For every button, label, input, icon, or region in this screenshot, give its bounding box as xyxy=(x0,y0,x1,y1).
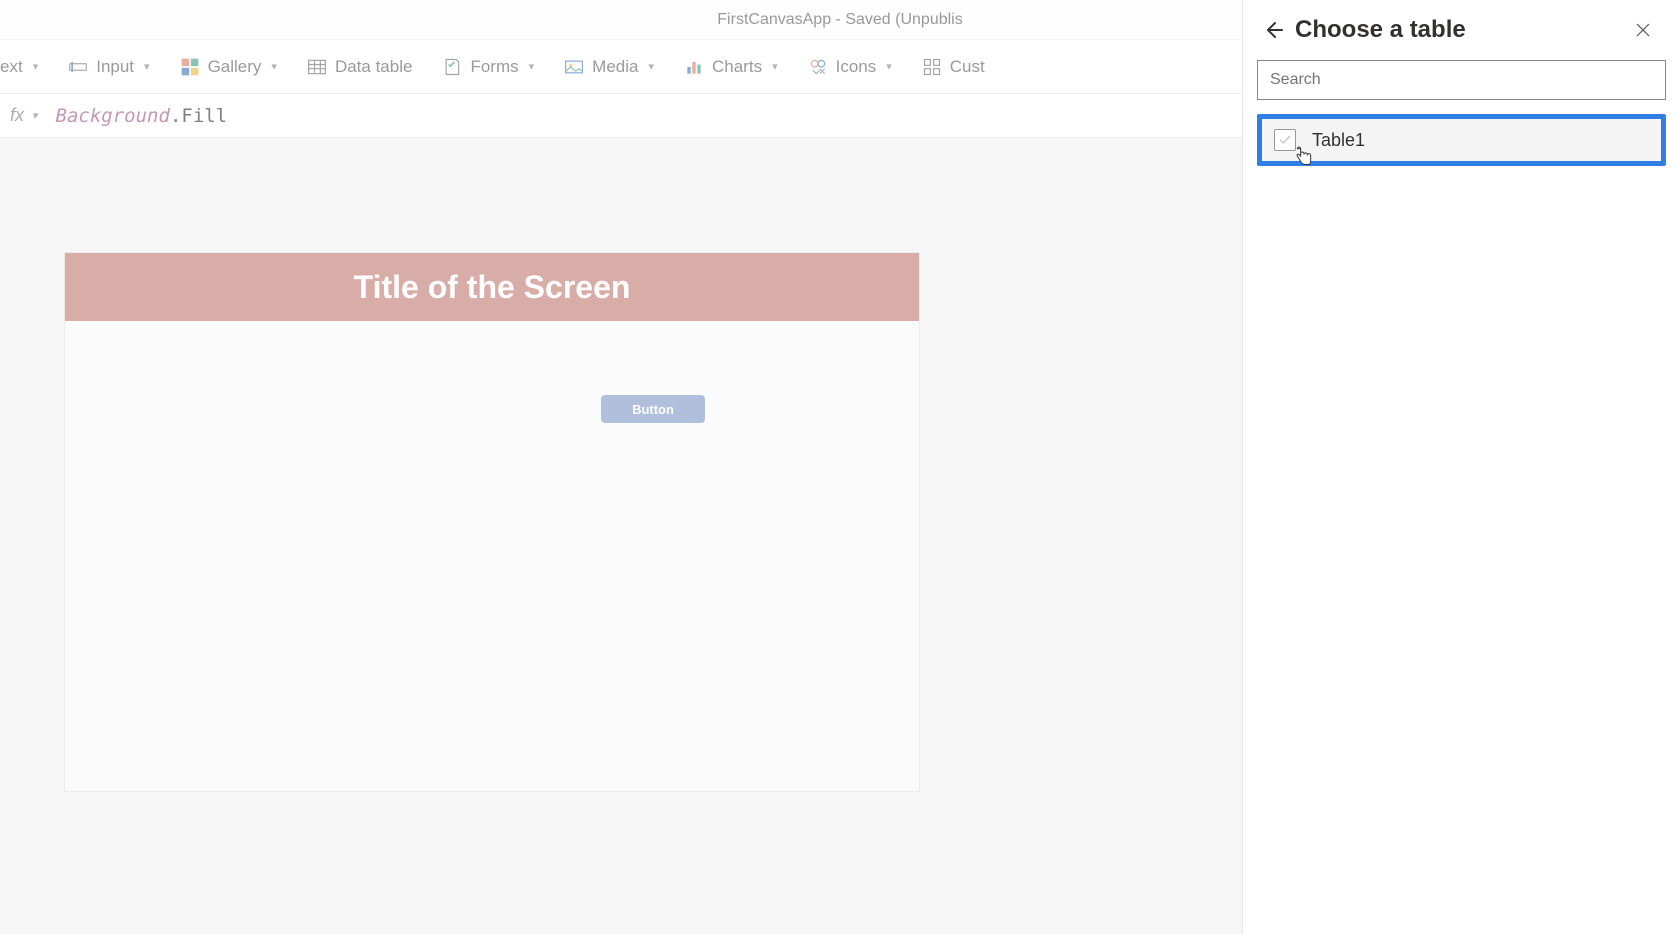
chevron-down-icon: ▾ xyxy=(32,109,38,122)
checkbox[interactable] xyxy=(1274,129,1296,151)
ribbon-data-table[interactable]: Data table xyxy=(307,57,413,77)
ribbon-icons[interactable]: Icons ▾ xyxy=(808,57,892,77)
canvas-button-label: Button xyxy=(632,402,674,417)
ribbon-custom-label: Cust xyxy=(950,57,985,77)
forms-icon xyxy=(442,57,462,77)
ribbon-text[interactable]: ext ▾ xyxy=(0,57,38,77)
chevron-down-icon: ▾ xyxy=(144,60,150,73)
media-icon xyxy=(564,57,584,77)
ribbon-gallery[interactable]: Gallery ▾ xyxy=(180,57,277,77)
table-item-table1[interactable]: Table1 xyxy=(1257,114,1666,166)
panel-title: Choose a table xyxy=(1295,16,1634,44)
canvas-button[interactable]: Button xyxy=(601,395,705,423)
panel-header: Choose a table xyxy=(1243,0,1680,60)
ribbon-gallery-label: Gallery xyxy=(208,57,262,77)
chevron-down-icon: ▾ xyxy=(772,60,778,73)
chevron-down-icon: ▾ xyxy=(648,60,654,73)
fx-label[interactable]: fx ▾ xyxy=(2,105,46,126)
screen-title-bar[interactable]: Title of the Screen xyxy=(65,253,919,321)
custom-icon xyxy=(922,57,942,77)
ribbon-text-label: ext xyxy=(0,57,23,77)
screen-canvas[interactable]: Title of the Screen Button xyxy=(64,252,920,792)
panel-body: Table1 xyxy=(1243,60,1680,166)
ribbon-input-label: Input xyxy=(96,57,134,77)
ribbon-custom[interactable]: Cust xyxy=(922,57,985,77)
ribbon-icons-label: Icons xyxy=(836,57,877,77)
close-icon[interactable] xyxy=(1634,21,1662,39)
ribbon-input[interactable]: Input ▾ xyxy=(68,57,149,77)
ribbon-forms[interactable]: Forms ▾ xyxy=(442,57,534,77)
charts-icon xyxy=(684,57,704,77)
formula-property: .Fill xyxy=(170,105,227,127)
back-arrow-icon[interactable] xyxy=(1261,18,1285,42)
chevron-down-icon: ▾ xyxy=(886,60,892,73)
input-icon xyxy=(68,57,88,77)
chevron-down-icon: ▾ xyxy=(529,60,535,73)
chevron-down-icon: ▾ xyxy=(271,60,277,73)
ribbon-charts-label: Charts xyxy=(712,57,762,77)
gallery-icon xyxy=(180,57,200,77)
choose-table-panel: Choose a table Table1 xyxy=(1242,0,1680,934)
table-item-label: Table1 xyxy=(1312,130,1365,151)
formula-object: Background xyxy=(56,105,170,127)
cursor-icon xyxy=(1294,145,1314,167)
screen-title-text: Title of the Screen xyxy=(354,269,631,306)
ribbon-data-table-label: Data table xyxy=(335,57,413,77)
chevron-down-icon: ▾ xyxy=(33,60,39,73)
ribbon-forms-label: Forms xyxy=(470,57,518,77)
app-title: FirstCanvasApp - Saved (Unpublis xyxy=(717,11,962,29)
ribbon-charts[interactable]: Charts ▾ xyxy=(684,57,778,77)
icons-icon xyxy=(808,57,828,77)
ribbon-media[interactable]: Media ▾ xyxy=(564,57,654,77)
data-table-icon xyxy=(307,57,327,77)
search-input[interactable] xyxy=(1257,60,1666,100)
ribbon-media-label: Media xyxy=(592,57,638,77)
fx-text: fx xyxy=(10,105,24,126)
